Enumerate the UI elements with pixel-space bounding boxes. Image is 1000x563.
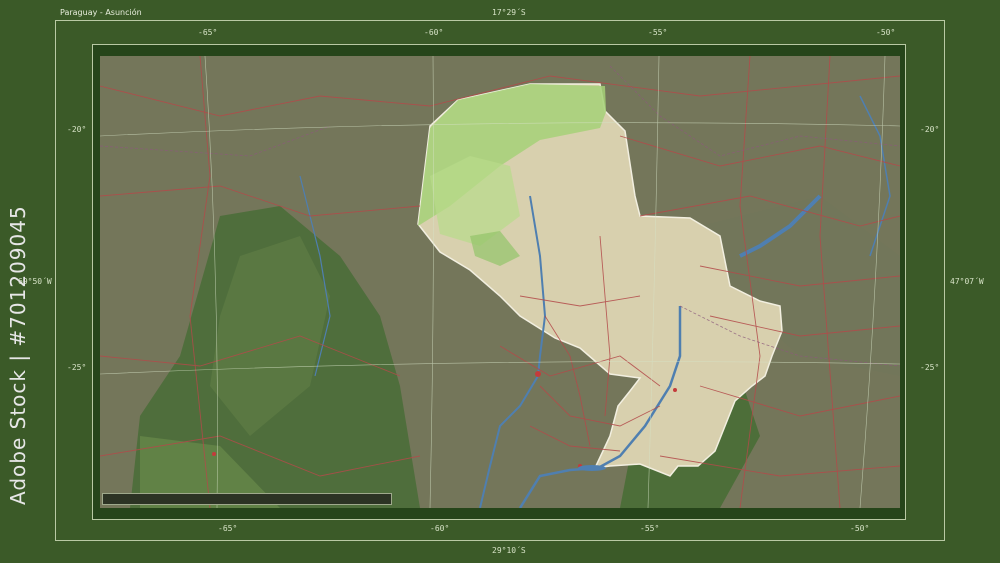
top-latitude-label: 17°29´S xyxy=(492,8,526,17)
lon-tick-bottom: -55° xyxy=(640,524,660,533)
reservoir xyxy=(578,465,606,471)
topographic-map xyxy=(100,56,900,508)
bottom-latitude-label: 29°10´S xyxy=(492,546,526,555)
lat-tick-right: -25° xyxy=(920,363,940,372)
lon-tick-bottom: -65° xyxy=(218,524,238,533)
scale-bar xyxy=(102,493,392,505)
lon-tick-top: -65° xyxy=(198,28,218,37)
map-title: Paraguay - Asunción xyxy=(60,8,142,17)
asuncion-marker xyxy=(535,371,541,377)
lon-tick-top: -50° xyxy=(876,28,896,37)
right-longitude-label: 47°07´W xyxy=(950,277,984,286)
lon-tick-bottom: -50° xyxy=(850,524,870,533)
lat-tick-left: -25° xyxy=(67,363,87,372)
lon-tick-top: -60° xyxy=(424,28,444,37)
lon-tick-top: -55° xyxy=(648,28,668,37)
lon-tick-bottom: -60° xyxy=(430,524,450,533)
stock-watermark-id: Adobe Stock | #701209045 xyxy=(6,205,30,505)
lat-tick-left: -20° xyxy=(67,125,87,134)
map-canvas[interactable] xyxy=(100,56,900,508)
lat-tick-right: -20° xyxy=(920,125,940,134)
